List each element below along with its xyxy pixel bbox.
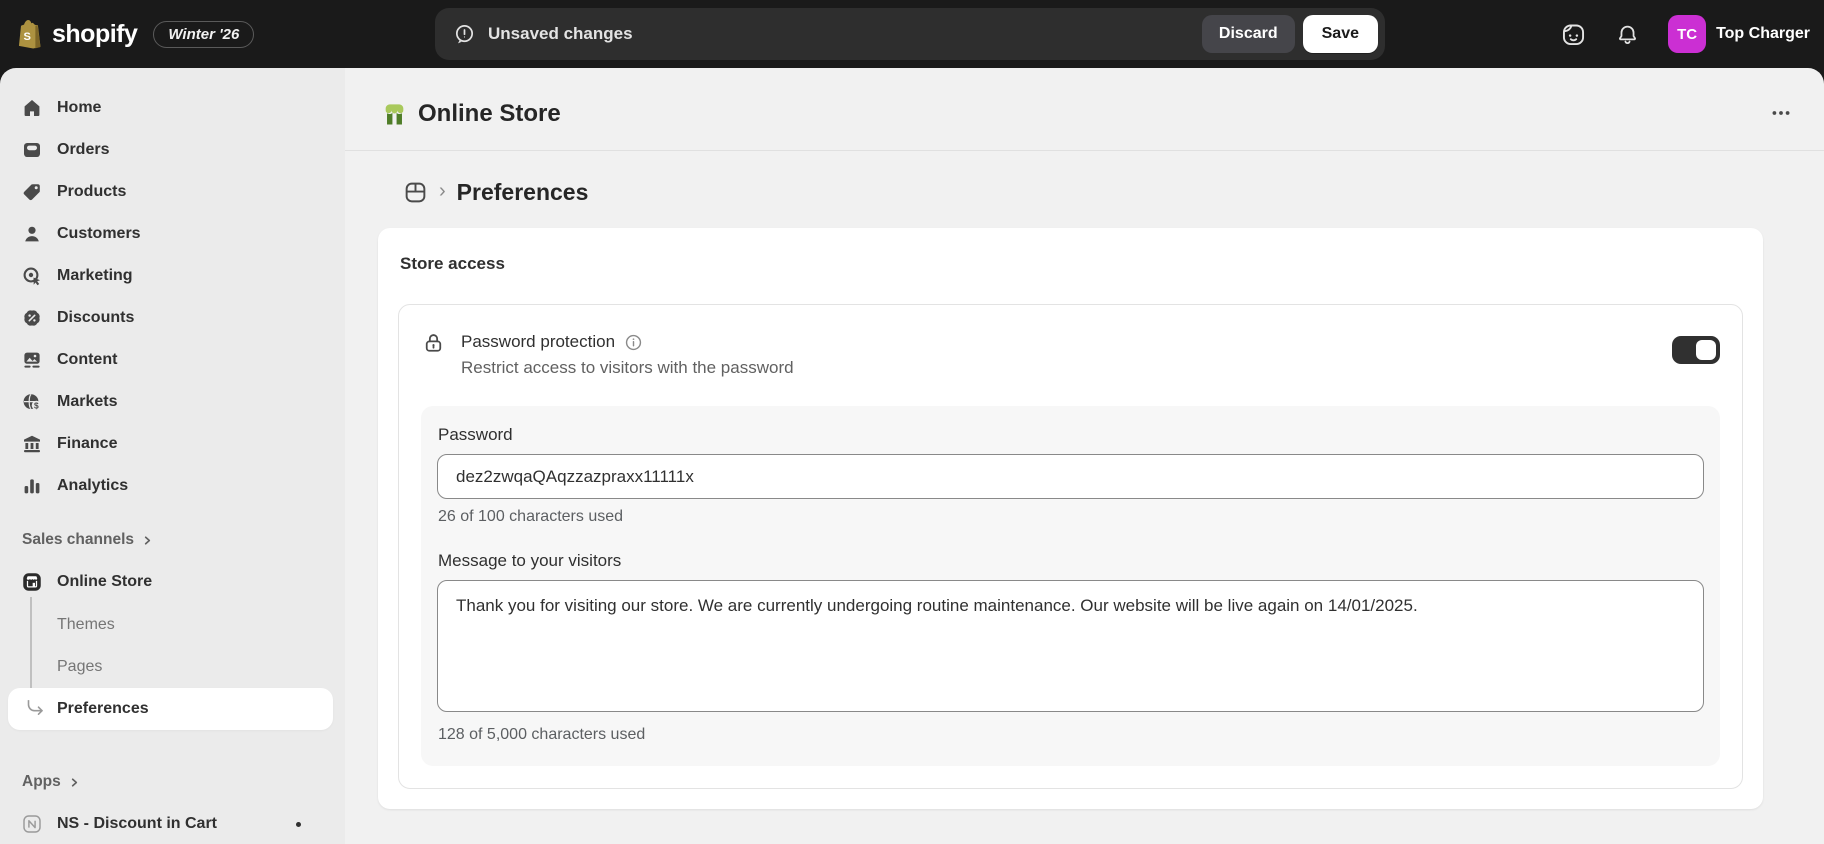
sidebar-item-label: Products [57,183,127,200]
sidebar-item-content[interactable]: Content [8,340,333,380]
ns-app-icon [23,815,41,833]
password-protection-header: Password protection Restrict access to v… [421,331,1720,378]
storefront-outline-icon[interactable] [403,180,428,205]
sidebar-item-label: NS - Discount in Cart [57,815,218,832]
sidebar-item-pages[interactable]: Pages [0,646,345,688]
sidebar-item-label: Customers [57,225,141,242]
save-button[interactable]: Save [1302,15,1378,53]
sidebar-item-markets[interactable]: $ Markets [8,382,333,422]
home-icon [24,100,40,116]
page-header: Online Store [345,68,1824,150]
store-access-title: Store access [400,254,505,273]
content-icon [24,352,40,368]
password-protection-description: Restrict access to visitors with the pas… [461,358,794,377]
notifications-bell-icon[interactable] [1615,22,1640,47]
analytics-bars-icon [24,479,40,494]
online-store-green-icon [385,103,404,124]
sidebar-item-label: Analytics [57,477,129,494]
online-store-subnav: Themes Pages Preferences [0,597,345,730]
tree-arrow-icon [27,700,43,715]
finance-bank-icon [24,435,40,453]
password-label: Password [438,425,513,444]
sales-channels-header[interactable]: Sales channels [8,520,333,560]
visitor-message-helper: 128 of 5,000 characters used [438,726,646,743]
sidebar-item-marketing[interactable]: Marketing [8,256,333,296]
avatar: TC [1668,15,1707,53]
markets-globe-icon: $ [23,393,41,410]
sidebar-item-discounts[interactable]: Discounts [8,298,333,338]
password-protection-texts: Password protection Restrict access to v… [461,331,794,378]
more-options-button[interactable] [1764,96,1798,133]
sidebar-item-preferences[interactable]: Preferences [8,688,333,730]
password-protection-label: Password protection [461,332,616,351]
sub-item-label: Preferences [57,700,149,717]
password-helper: 26 of 100 characters used [438,508,624,525]
ellipsis-icon [1772,110,1790,115]
marketing-icon [23,267,40,286]
apps-header[interactable]: Apps [8,762,333,802]
sales-channels-label: Sales channels [22,531,135,548]
unsaved-changes-label: Unsaved changes [488,24,633,43]
password-protection-setting: Password protection Restrict access to v… [398,304,1743,789]
breadcrumb: › Preferences [345,151,1824,206]
sidebar-item-label: Online Store [57,573,153,590]
sidebar-item-label: Home [57,99,102,116]
breadcrumb-chevron-icon: › [439,180,446,202]
topbar-right: TC Top Charger [1560,0,1810,68]
discard-button[interactable]: Discard [1201,15,1295,53]
svg-text:S: S [24,31,31,43]
user-name: Top Charger [1716,25,1810,42]
password-protection-toggle[interactable] [1672,336,1720,364]
sidebar-item-label: Marketing [57,267,133,284]
svg-text:$: $ [34,400,39,410]
visitor-message-textarea[interactable]: Thank you for visiting our store. We are… [437,580,1704,712]
alert-icon [455,24,474,43]
discounts-icon [24,310,40,326]
app-surface: Home Orders Products Customers Marketing… [0,68,1824,844]
breadcrumb-current: Preferences [456,179,589,205]
unsaved-changes-bar: Unsaved changes Discard Save [435,8,1385,60]
sidebar-item-ns-discount-app[interactable]: NS - Discount in Cart [8,804,333,844]
customers-icon [25,226,39,242]
sidebar-item-customers[interactable]: Customers [8,214,333,254]
user-menu[interactable]: TC Top Charger [1668,15,1810,53]
sidebar-item-analytics[interactable]: Analytics [8,466,333,506]
page-title: Online Store [418,100,561,127]
brand-wordmark: shopify [52,19,138,48]
sidekick-assistant-icon[interactable] [1560,21,1587,48]
edition-badge[interactable]: Winter '26 [153,20,255,48]
sidebar: Home Orders Products Customers Marketing… [0,68,345,844]
toggle-knob [1696,340,1716,360]
info-icon[interactable] [624,333,643,352]
sub-item-label: Pages [57,658,103,675]
lock-icon [425,334,442,352]
products-tag-icon [23,184,40,201]
shopify-bag-icon: S [18,20,41,49]
apps-label: Apps [22,773,61,790]
topbar: S shopify Winter '26 Unsaved changes Dis… [0,0,1824,68]
password-input[interactable] [437,454,1704,499]
app-notification-dot [296,821,301,827]
password-fields-panel: Password 26 of 100 characters used Messa… [421,406,1720,766]
sidebar-item-label: Finance [57,435,118,452]
sidebar-item-label: Content [57,351,118,368]
shopify-logo[interactable]: S shopify [16,19,138,49]
orders-icon [24,143,40,157]
main-content: Online Store › Preferences Store access [345,68,1824,844]
visitor-message-label: Message to your visitors [438,551,622,570]
sidebar-item-online-store[interactable]: Online Store [8,562,333,602]
sidebar-item-products[interactable]: Products [8,172,333,212]
sub-item-label: Themes [57,616,115,633]
store-access-card: Store access Password protection Restric… [378,228,1763,809]
sidebar-item-finance[interactable]: Finance [8,424,333,464]
sidebar-item-home[interactable]: Home [8,88,333,128]
sidebar-item-label: Orders [57,141,110,158]
sidebar-item-label: Discounts [57,309,135,326]
chevron-right-icon [71,777,77,787]
sidebar-item-label: Markets [57,393,118,410]
sidebar-item-orders[interactable]: Orders [8,130,333,170]
chevron-right-icon [144,535,151,545]
online-store-icon [23,573,41,591]
sidebar-item-themes[interactable]: Themes [0,604,345,646]
